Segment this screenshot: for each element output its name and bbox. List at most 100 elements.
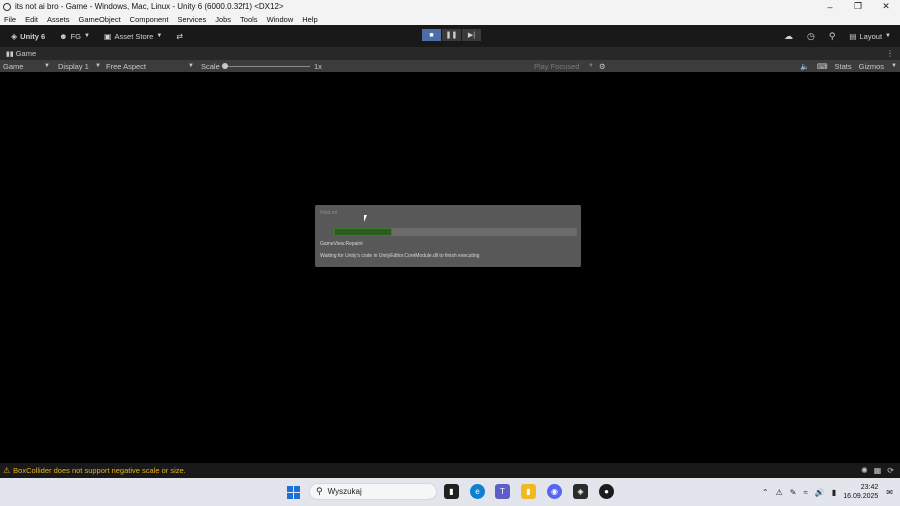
keyboard-shortcuts-icon[interactable]: ⌨ <box>817 62 828 71</box>
toolbar-right: ☁ ◷ ⚲ ▤ Layout ▼ <box>784 25 900 47</box>
warning-icon: ⚠ <box>3 466 11 475</box>
notification-icon[interactable]: ✉ <box>886 488 893 497</box>
game-mode-label: Game <box>3 61 24 71</box>
chevron-down-icon: ▼ <box>95 63 101 69</box>
window-title: its not ai bro - Game - Windows, Mac, Li… <box>15 2 284 11</box>
play-focused-label: Play Focused <box>534 61 580 71</box>
chevron-down-icon: ▼ <box>44 63 50 69</box>
game-view-toolbar: Game ▼ Display 1 ▼ Free Aspect ▼ Scale 1… <box>0 60 900 72</box>
chevron-up-icon[interactable]: ⌃ <box>762 488 769 497</box>
asset-store-dropdown[interactable]: ▣ Asset Store ▼ <box>101 28 165 44</box>
taskbar-search[interactable]: ⚲ Wyszukaj <box>309 483 437 500</box>
input-method-icon[interactable]: ✎ <box>790 488 797 497</box>
system-clock[interactable]: 23:42 16.09.2025 <box>843 483 878 501</box>
console-icon[interactable]: ▦ <box>874 466 882 475</box>
menu-window[interactable]: Window <box>267 15 294 24</box>
bug-icon[interactable]: ⚙ <box>599 60 606 72</box>
battery-icon[interactable]: ▮ <box>832 488 836 497</box>
chevron-down-icon[interactable]: ▼ <box>891 63 897 69</box>
menu-jobs[interactable]: Jobs <box>215 15 231 24</box>
version-control-button[interactable]: ⇄ <box>173 28 189 44</box>
search-icon[interactable]: ⚲ <box>829 31 836 42</box>
display-dropdown[interactable]: Display 1 ▼ <box>58 60 101 72</box>
game-mode-dropdown[interactable]: Game ▼ <box>3 60 53 72</box>
status-message[interactable]: BoxCollider does not support negative sc… <box>13 466 186 475</box>
pause-icon: ❚❚ <box>445 32 458 39</box>
account-label: FG <box>70 31 82 41</box>
windows-taskbar: ⚲ Wyszukaj ▮ e T ▮ ◉ ◈ ● ⌃ ⚠ ✎ ≈ 🔊 ▮ 23:… <box>0 478 900 506</box>
window-titlebar: its not ai bro - Game - Windows, Mac, Li… <box>0 0 900 13</box>
close-icon[interactable]: ✕ <box>872 0 900 13</box>
mute-audio-icon[interactable]: 🔈 <box>800 62 809 71</box>
activity-icon[interactable]: ⟳ <box>887 466 894 475</box>
game-viewport[interactable] <box>0 72 900 463</box>
tab-game-label: Game <box>15 49 37 58</box>
menu-assets[interactable]: Assets <box>47 15 70 24</box>
restore-icon[interactable]: ❐ <box>844 0 872 13</box>
minimize-icon[interactable]: – <box>816 0 844 13</box>
unity-version-label: Unity 6 <box>20 31 46 41</box>
menu-edit[interactable]: Edit <box>25 15 38 24</box>
teams-icon[interactable]: T <box>495 484 510 499</box>
main-toolbar: ◈ Unity 6 ☻ FG ▼ ▣ Asset Store ▼ ⇄ ■ ❚❚ … <box>0 25 900 47</box>
version-control-icon: ⇄ <box>176 31 183 41</box>
menu-file[interactable]: File <box>4 15 16 24</box>
chevron-down-icon: ▼ <box>588 63 594 69</box>
progress-dialog: Hold on GameView.Repaint Waiting for Uni… <box>315 205 581 267</box>
network-alert-icon[interactable]: ⚠ <box>776 488 783 497</box>
clock-time: 23:42 <box>860 484 879 491</box>
scale-value: 1x <box>314 61 322 71</box>
chevron-down-icon: ▼ <box>156 33 163 39</box>
menu-tools[interactable]: Tools <box>240 15 258 24</box>
account-icon: ☻ <box>59 31 68 41</box>
tab-game[interactable]: ▮▮ Game <box>0 47 36 60</box>
recording-app-icon[interactable]: ● <box>599 484 614 499</box>
wifi-icon[interactable]: ≈ <box>803 488 807 497</box>
menu-help[interactable]: Help <box>302 15 317 24</box>
discord-icon[interactable]: ◉ <box>547 484 562 499</box>
clock-date: 16.09.2025 <box>843 493 879 500</box>
edge-browser-icon[interactable]: e <box>470 484 485 499</box>
account-dropdown[interactable]: ☻ FG ▼ <box>56 28 93 44</box>
asset-store-label: Asset Store <box>114 31 154 41</box>
progress-spinner-icon[interactable]: ✺ <box>861 466 868 475</box>
step-icon: ▶| <box>467 32 476 39</box>
taskbar-search-placeholder: Wyszukaj <box>327 487 362 496</box>
history-icon[interactable]: ◷ <box>807 31 815 42</box>
stats-button[interactable]: Stats <box>835 62 852 71</box>
progress-bar-fill <box>334 228 393 236</box>
scale-slider-handle[interactable] <box>222 63 228 69</box>
gamepad-icon: ▮▮ <box>6 50 14 58</box>
progress-dialog-title: Hold on <box>320 210 338 216</box>
aspect-label: Free Aspect <box>106 61 147 71</box>
stop-button[interactable]: ■ <box>422 29 441 41</box>
unity-hub-icon[interactable]: ◈ <box>573 484 588 499</box>
status-bar[interactable]: ⚠ BoxCollider does not support negative … <box>0 463 900 478</box>
mouse-cursor-icon <box>364 215 367 222</box>
gamebar-right: 🔈 ⌨ Stats Gizmos ▼ <box>800 60 900 72</box>
search-icon: ⚲ <box>316 486 323 496</box>
cloud-icon[interactable]: ☁ <box>784 31 793 42</box>
layout-dropdown[interactable]: ▤ Layout ▼ <box>849 32 891 41</box>
pause-button[interactable]: ❚❚ <box>442 29 461 41</box>
menu-component[interactable]: Component <box>130 15 169 24</box>
aspect-dropdown[interactable]: Free Aspect ▼ <box>106 60 196 72</box>
window-controls: – ❐ ✕ <box>816 0 900 13</box>
volume-icon[interactable]: 🔊 <box>815 488 825 497</box>
shopping-bag-icon: ▣ <box>103 31 112 41</box>
menu-services[interactable]: Services <box>177 15 206 24</box>
more-options-icon[interactable]: ⋮ <box>886 49 894 58</box>
step-button[interactable]: ▶| <box>462 29 481 41</box>
taskview-app-icon[interactable]: ▮ <box>444 484 459 499</box>
progress-bar <box>334 228 577 236</box>
windows-start-button[interactable] <box>287 486 300 499</box>
menu-gameobject[interactable]: GameObject <box>79 15 121 24</box>
chevron-down-icon: ▼ <box>84 33 90 39</box>
status-bar-right: ✺ ▦ ⟳ <box>861 463 900 478</box>
unity-version-button[interactable]: ◈ Unity 6 <box>8 28 48 44</box>
chevron-down-icon: ▼ <box>188 63 194 69</box>
file-explorer-icon[interactable]: ▮ <box>521 484 536 499</box>
gizmos-button[interactable]: Gizmos <box>859 62 884 71</box>
play-focused-dropdown[interactable]: Play Focused ▼ <box>534 60 594 72</box>
scale-slider-track[interactable] <box>224 66 310 67</box>
